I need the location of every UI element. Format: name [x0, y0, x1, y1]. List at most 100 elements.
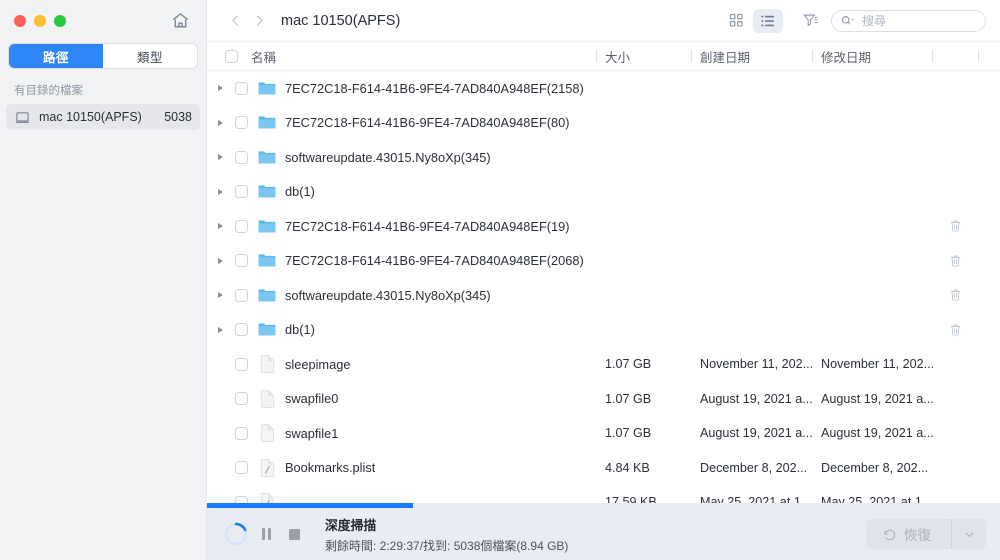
file-icon — [260, 389, 274, 408]
row-created — [691, 140, 816, 175]
row-size: 1.07 GB — [605, 391, 652, 406]
sidebar-tabs: 路徑 類型 — [8, 43, 198, 69]
grid-view-button[interactable] — [721, 9, 751, 33]
stop-scan-button[interactable] — [283, 523, 305, 545]
sidebar-item-drive[interactable]: mac 10150(APFS) 5038 — [6, 104, 200, 130]
row-checkbox[interactable] — [235, 219, 248, 233]
search-box[interactable] — [831, 9, 986, 32]
scan-info: 深度掃描 剩餘時間: 2:29:37/找到: 5038個檔案(8.94 GB) — [325, 515, 568, 554]
header-extra-2 — [978, 42, 1000, 70]
folder-icon-wrap — [258, 183, 276, 201]
recover-button-group: 恢復 — [866, 519, 986, 549]
header-modified[interactable]: 修改日期 — [812, 42, 937, 70]
row-created — [691, 278, 816, 313]
row-created — [691, 175, 816, 210]
close-window-button[interactable] — [14, 14, 26, 27]
table-row[interactable]: 7EC72C18-F614-41B6-9FE4-7AD840A948EF(206… — [207, 244, 1000, 279]
expand-toggle[interactable] — [213, 154, 227, 161]
table-row[interactable]: 7EC72C18-F614-41B6-9FE4-7AD840A948EF(215… — [207, 71, 1000, 106]
home-button[interactable] — [168, 9, 192, 33]
row-modified — [812, 244, 937, 279]
search-input[interactable] — [860, 12, 976, 29]
row-checkbox[interactable] — [235, 357, 248, 371]
row-modified — [812, 175, 937, 210]
recover-options-button[interactable] — [951, 519, 986, 549]
row-checkbox[interactable] — [235, 254, 248, 268]
row-created — [691, 71, 816, 106]
pause-scan-button[interactable] — [255, 523, 277, 545]
row-size: 4.84 KB — [605, 460, 650, 475]
table-row[interactable]: 7EC72C18-F614-41B6-9FE4-7AD840A948EF(80) — [207, 106, 1000, 141]
row-name: swapfile1 — [285, 425, 339, 441]
expand-toggle[interactable] — [213, 326, 227, 333]
row-checkbox[interactable] — [235, 323, 248, 337]
table-row[interactable]: swapfile0 1.07 GB August 19, 2021 a... Augu… — [207, 382, 1000, 417]
folder-icon-wrap — [258, 217, 276, 235]
app-window: 路徑 類型 有目錄的檔案 mac 10150(APFS) 5038 mac 10… — [0, 0, 1000, 560]
filter-button[interactable] — [797, 9, 823, 33]
delete-row-button[interactable] — [932, 313, 978, 348]
row-checkbox[interactable] — [235, 150, 248, 164]
row-modified: December 8, 202... — [821, 460, 929, 475]
row-name: 7EC72C18-F614-41B6-9FE4-7AD840A948EF(215… — [285, 80, 584, 96]
folder-icon — [258, 185, 276, 198]
folder-icon-wrap — [258, 286, 276, 304]
row-name: db(1) — [285, 322, 315, 338]
drive-name: mac 10150(APFS) — [39, 110, 142, 124]
folder-icon-wrap — [258, 321, 276, 339]
row-size — [596, 140, 701, 175]
file-list[interactable]: 7EC72C18-F614-41B6-9FE4-7AD840A948EF(215… — [207, 71, 1000, 560]
delete-row-button[interactable] — [932, 209, 978, 244]
row-checkbox[interactable] — [235, 392, 248, 406]
row-checkbox[interactable] — [235, 426, 248, 440]
chevron-right-icon — [217, 188, 223, 195]
row-name: db(1) — [285, 184, 315, 200]
forward-button[interactable] — [247, 9, 271, 33]
breadcrumb: mac 10150(APFS) — [281, 12, 401, 29]
folder-icon-wrap — [258, 79, 276, 97]
tab-path[interactable]: 路徑 — [9, 44, 103, 68]
tab-type-label: 類型 — [136, 50, 163, 65]
table-row[interactable]: db(1) — [207, 313, 1000, 348]
expand-toggle[interactable] — [213, 292, 227, 299]
table-row[interactable]: softwareupdate.43015.Ny8oXp(345) — [207, 278, 1000, 313]
restore-icon — [884, 529, 896, 540]
minimize-window-button[interactable] — [34, 14, 46, 27]
expand-toggle[interactable] — [213, 188, 227, 195]
row-size — [596, 278, 701, 313]
row-name: Bookmarks.plist — [285, 460, 376, 476]
chevron-right-icon — [217, 326, 223, 333]
table-row[interactable]: swapfile1 1.07 GB August 19, 2021 a... Augu… — [207, 416, 1000, 451]
delete-row-button[interactable] — [932, 278, 978, 313]
header-size[interactable]: 大小 — [596, 42, 701, 70]
expand-toggle[interactable] — [213, 119, 227, 126]
delete-row-button[interactable] — [932, 244, 978, 279]
row-created — [691, 106, 816, 141]
zoom-window-button[interactable] — [54, 14, 66, 27]
row-checkbox[interactable] — [235, 461, 248, 475]
expand-toggle[interactable] — [213, 85, 227, 92]
chevron-right-icon — [217, 154, 223, 161]
table-row[interactable]: db(1) — [207, 175, 1000, 210]
header-created[interactable]: 創建日期 — [691, 42, 816, 70]
row-checkbox[interactable] — [235, 185, 248, 199]
table-row[interactable]: sleepimage 1.07 GB November 11, 202... Nove… — [207, 347, 1000, 382]
file-icon-wrap — [258, 355, 276, 374]
expand-toggle[interactable] — [213, 257, 227, 264]
tab-type[interactable]: 類型 — [103, 44, 197, 68]
table-row[interactable]: Bookmarks.plist 4.84 KB December 8, 202...… — [207, 451, 1000, 486]
select-all-checkbox[interactable] — [225, 49, 238, 63]
row-checkbox[interactable] — [235, 288, 248, 302]
folder-icon-wrap — [258, 114, 276, 132]
back-button[interactable] — [223, 9, 247, 33]
trash-icon — [950, 255, 960, 267]
list-view-button[interactable] — [753, 8, 783, 33]
row-checkbox[interactable] — [235, 116, 248, 130]
recover-button[interactable]: 恢復 — [866, 519, 951, 549]
table-row[interactable]: softwareupdate.43015.Ny8oXp(345) — [207, 140, 1000, 175]
expand-toggle[interactable] — [213, 223, 227, 230]
scan-detail: 剩餘時間: 2:29:37/找到: 5038個檔案(8.94 GB) — [325, 538, 569, 553]
chevron-right-icon — [256, 15, 263, 26]
row-checkbox[interactable] — [235, 81, 248, 95]
table-row[interactable]: 7EC72C18-F614-41B6-9FE4-7AD840A948EF(19) — [207, 209, 1000, 244]
